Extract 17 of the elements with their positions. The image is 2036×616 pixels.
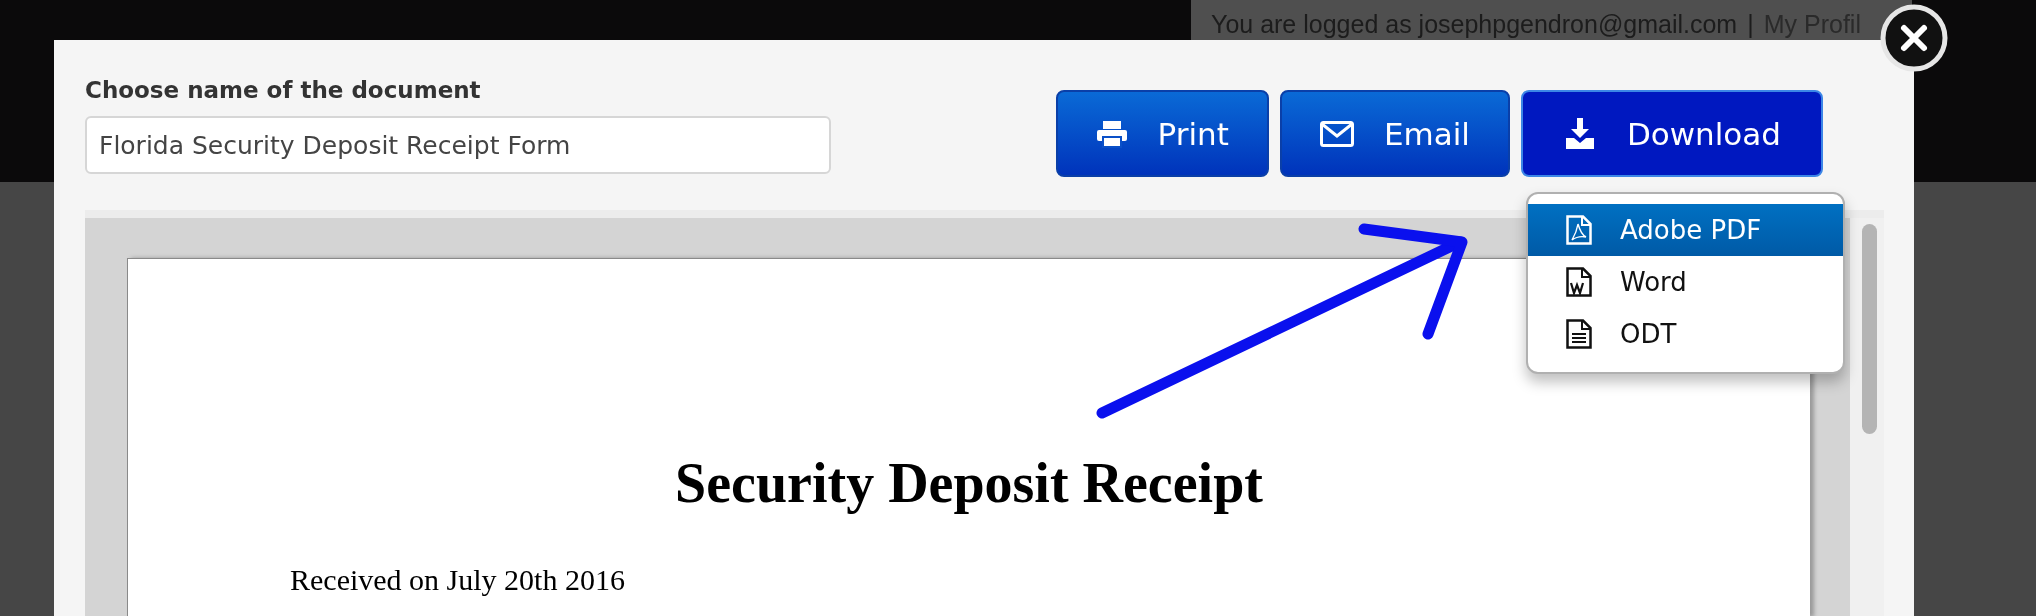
field-label: Choose name of the document (85, 76, 482, 105)
document-title: Security Deposit Receipt (674, 451, 1264, 515)
menu-item[interactable]: ODT (1528, 308, 1843, 360)
menu-item[interactable]: Adobe PDF (1528, 204, 1843, 256)
menu-item[interactable]: Word (1528, 256, 1843, 308)
pdf-file-icon (1566, 215, 1592, 245)
separator-text: | (1747, 10, 1754, 39)
print-button[interactable]: Print (1055, 90, 1269, 177)
email-button[interactable]: Email (1279, 90, 1510, 177)
envelope-icon (1319, 120, 1354, 147)
printer-icon (1095, 119, 1128, 148)
document-text: Received on July 20th 2016 (290, 563, 626, 597)
download-button[interactable]: Download (1520, 90, 1823, 177)
text-file-icon (1566, 319, 1592, 349)
scrollbar-thumb[interactable] (1862, 224, 1877, 434)
word-file-icon (1566, 267, 1592, 297)
document-name-field[interactable]: Florida Security Deposit Receipt Form (85, 116, 831, 174)
